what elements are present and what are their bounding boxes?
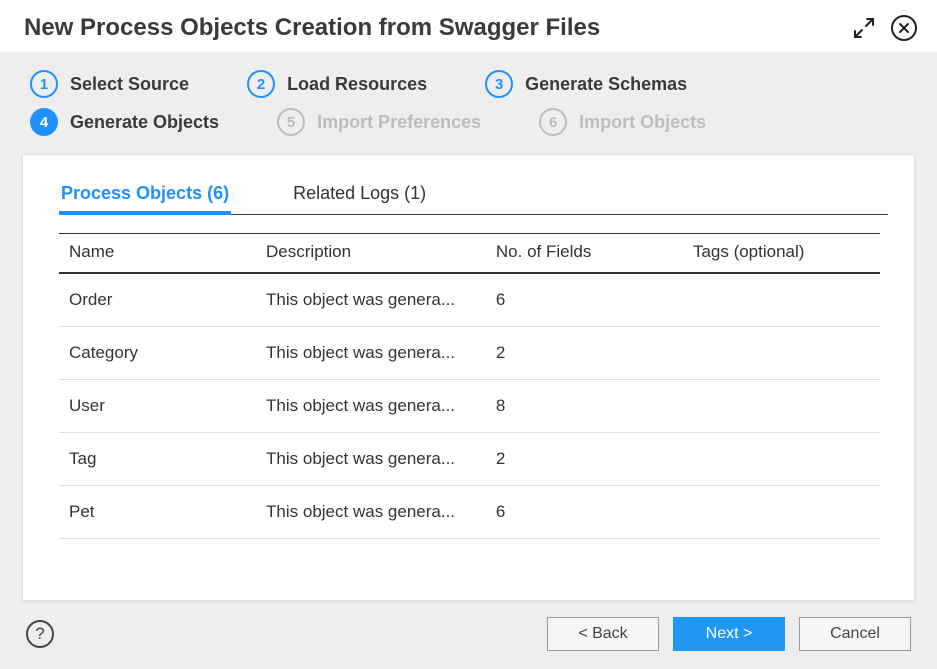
table-row[interactable]: Pet This object was genera... 6 [59,486,880,539]
cell-tags [683,380,880,433]
cell-fields: 6 [486,486,683,539]
dialog-title: New Process Objects Creation from Swagge… [24,14,600,42]
table-row[interactable]: Tag This object was genera... 2 [59,433,880,486]
cell-name: Category [59,327,256,380]
tabs: Process Objects (6) Related Logs (1) [59,177,888,215]
tab-related-logs[interactable]: Related Logs (1) [291,177,428,214]
dialog-footer: ? < Back Next > Cancel [22,601,915,651]
cell-name: User [59,380,256,433]
col-fields-header: No. of Fields [486,234,683,274]
step-import-preferences: 5 Import Preferences [277,108,481,136]
step-number: 4 [30,108,58,136]
table-row[interactable]: User This object was genera... 8 [59,380,880,433]
step-generate-schemas[interactable]: 3 Generate Schemas [485,70,687,98]
next-button[interactable]: Next > [673,617,785,651]
cancel-button[interactable]: Cancel [799,617,911,651]
cell-name: Pet [59,486,256,539]
step-select-source[interactable]: 1 Select Source [30,70,189,98]
cell-fields: 2 [486,433,683,486]
cell-description: This object was genera... [256,380,486,433]
content-panel: Process Objects (6) Related Logs (1) Nam… [22,154,915,601]
cell-description: This object was genera... [256,327,486,380]
step-label: Import Objects [579,112,706,133]
help-button[interactable]: ? [26,620,54,648]
close-icon [891,15,917,41]
cell-description: This object was genera... [256,433,486,486]
objects-table: Name Description No. of Fields Tags (opt… [59,233,880,539]
dialog-body: 1 Select Source 2 Load Resources 3 Gener… [0,52,937,669]
cell-fields: 2 [486,327,683,380]
cell-tags [683,433,880,486]
cell-tags [683,327,880,380]
step-import-objects: 6 Import Objects [539,108,706,136]
dialog-window: New Process Objects Creation from Swagge… [0,0,937,669]
titlebar: New Process Objects Creation from Swagge… [0,0,937,52]
back-button[interactable]: < Back [547,617,659,651]
table-row[interactable]: Order This object was genera... 6 [59,273,880,327]
step-number: 2 [247,70,275,98]
cell-fields: 8 [486,380,683,433]
cell-fields: 6 [486,273,683,327]
cell-tags [683,486,880,539]
step-number: 6 [539,108,567,136]
step-number: 1 [30,70,58,98]
step-generate-objects[interactable]: 4 Generate Objects [30,108,219,136]
cell-name: Order [59,273,256,327]
step-label: Load Resources [287,74,427,95]
step-number: 5 [277,108,305,136]
cell-description: This object was genera... [256,486,486,539]
cell-description: This object was genera... [256,273,486,327]
step-load-resources[interactable]: 2 Load Resources [247,70,427,98]
table-row[interactable]: Category This object was genera... 2 [59,327,880,380]
tab-process-objects[interactable]: Process Objects (6) [59,177,231,214]
cell-tags [683,273,880,327]
cell-name: Tag [59,433,256,486]
table-container: Name Description No. of Fields Tags (opt… [59,233,888,590]
table-scroll[interactable]: Name Description No. of Fields Tags (opt… [59,233,888,590]
table-header-row: Name Description No. of Fields Tags (opt… [59,234,880,274]
expand-icon[interactable] [851,15,877,41]
wizard-stepper: 1 Select Source 2 Load Resources 3 Gener… [22,68,915,154]
col-name-header: Name [59,234,256,274]
col-description-header: Description [256,234,486,274]
col-tags-header: Tags (optional) [683,234,880,274]
step-number: 3 [485,70,513,98]
step-label: Import Preferences [317,112,481,133]
step-label: Generate Schemas [525,74,687,95]
close-button[interactable] [891,15,917,41]
step-label: Generate Objects [70,112,219,133]
step-label: Select Source [70,74,189,95]
